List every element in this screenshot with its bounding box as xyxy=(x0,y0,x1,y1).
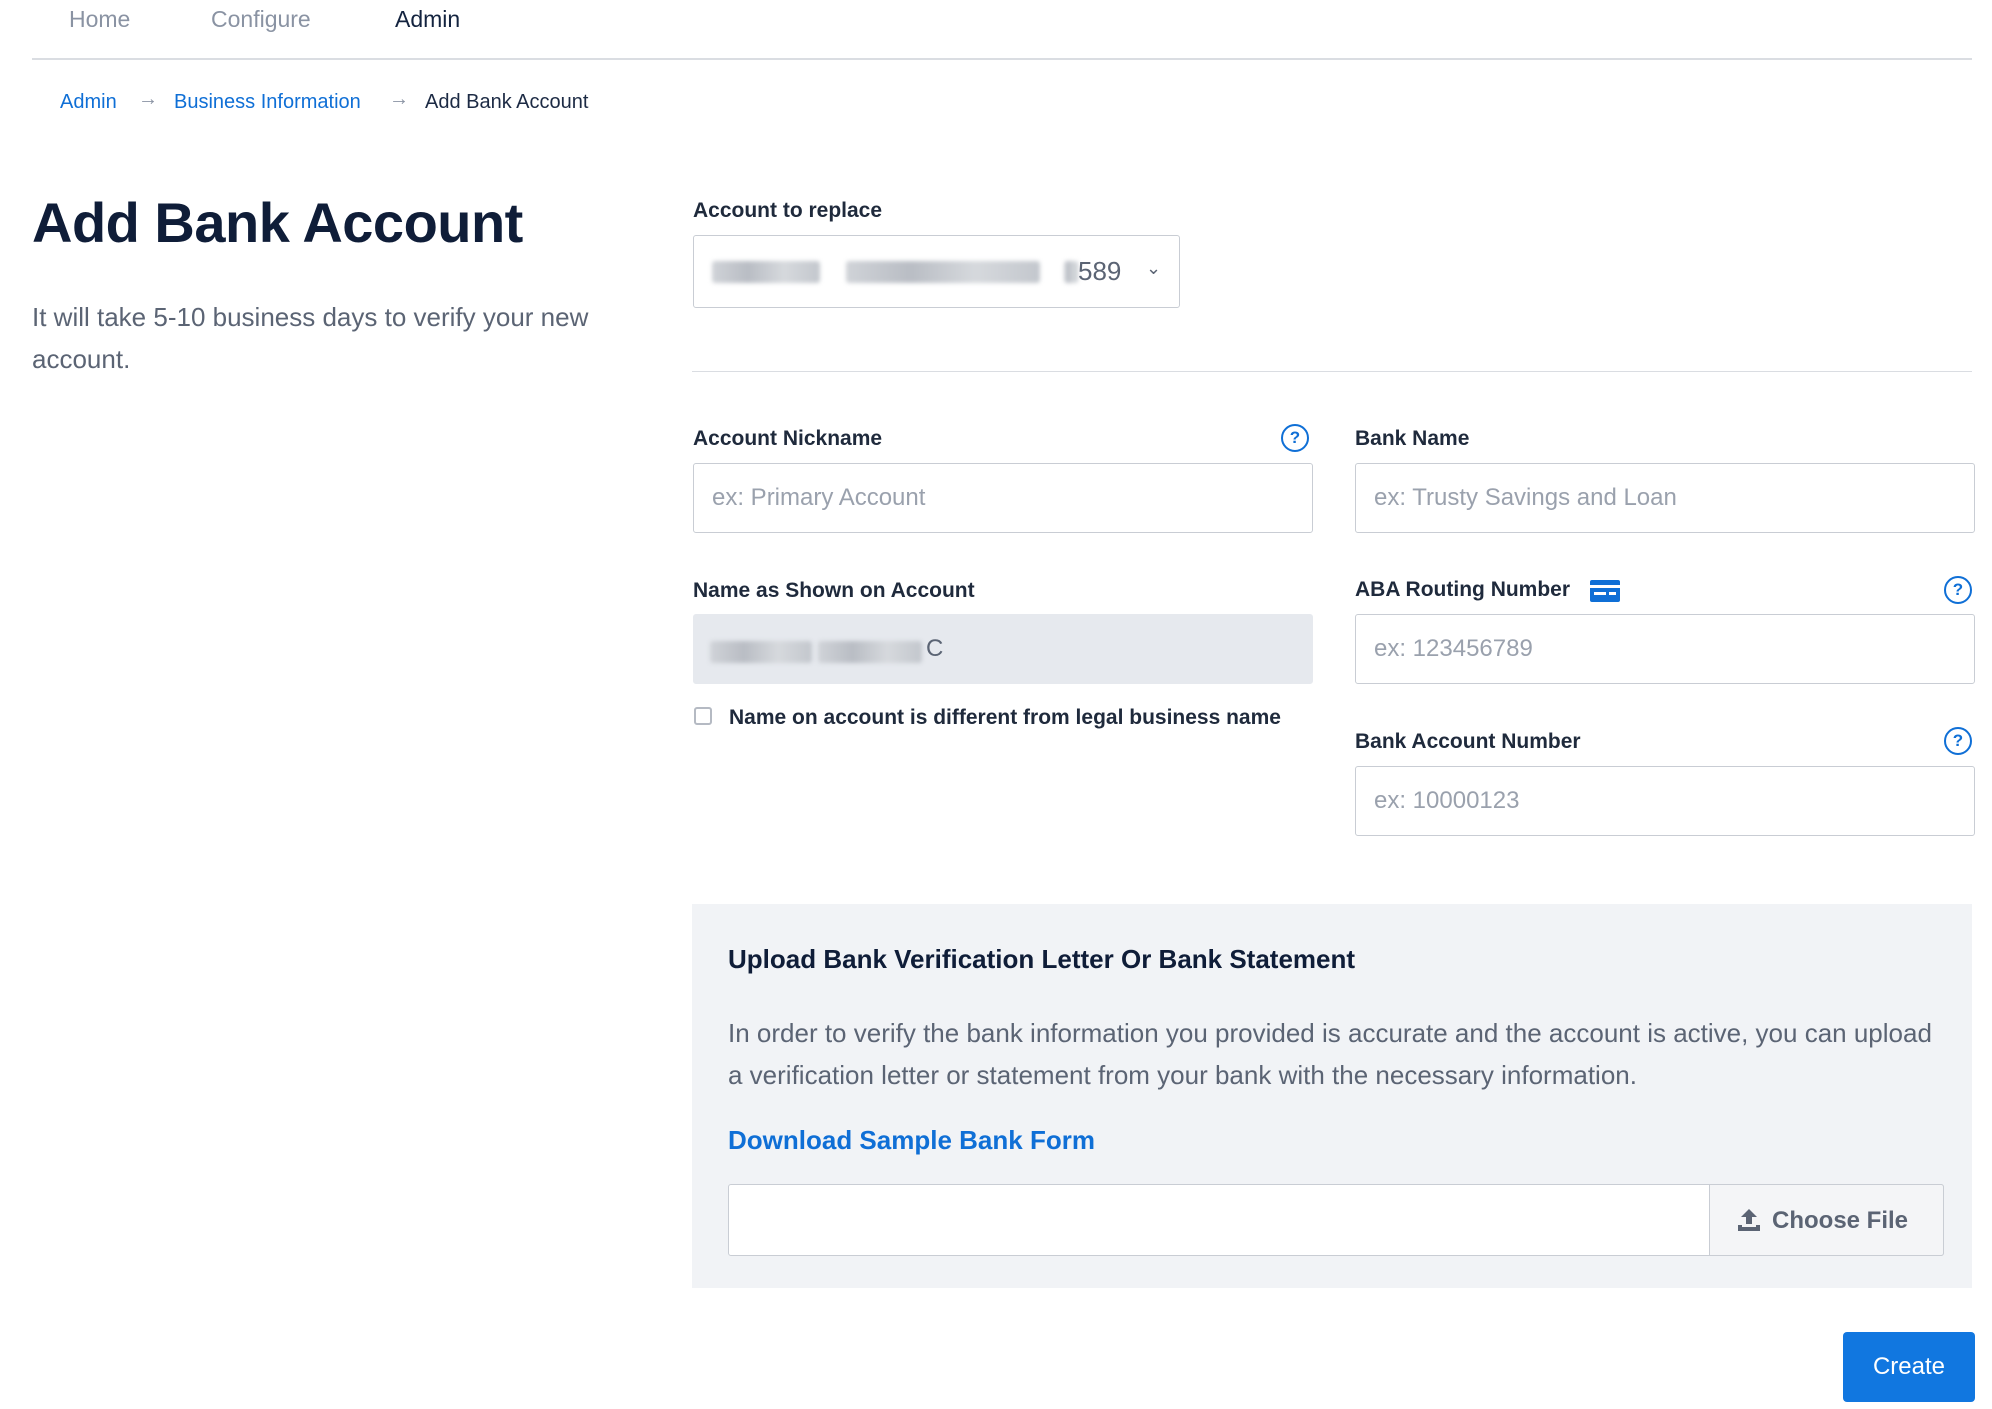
redacted-text xyxy=(710,641,812,663)
name-different-label[interactable]: Name on account is different from legal … xyxy=(729,706,1281,730)
choose-file-label: Choose File xyxy=(1772,1207,1909,1234)
account-number-label: Bank Account Number xyxy=(1355,730,1581,753)
nav-configure[interactable]: Configure xyxy=(211,6,311,33)
nav-admin[interactable]: Admin xyxy=(395,6,460,33)
section-divider xyxy=(692,371,1972,372)
nav-divider xyxy=(32,58,1972,60)
routing-number-input[interactable] xyxy=(1355,614,1975,684)
breadcrumb-admin[interactable]: Admin xyxy=(60,91,117,114)
check-card-icon[interactable] xyxy=(1590,580,1620,602)
breadcrumb-business-information[interactable]: Business Information xyxy=(174,91,361,114)
upload-title: Upload Bank Verification Letter Or Bank … xyxy=(728,944,1356,974)
bank-name-input[interactable] xyxy=(1355,463,1975,533)
breadcrumb-current: Add Bank Account xyxy=(425,91,589,113)
redacted-text xyxy=(1064,261,1078,283)
redacted-text xyxy=(846,261,1040,283)
routing-help-icon[interactable]: ? xyxy=(1944,576,1972,604)
page-title: Add Bank Account xyxy=(32,191,523,254)
breadcrumb-arrow-icon: → xyxy=(138,88,158,110)
nickname-help-icon[interactable]: ? xyxy=(1281,424,1309,452)
upload-description: In order to verify the bank information … xyxy=(728,1018,1932,1090)
create-button[interactable]: Create xyxy=(1843,1332,1975,1402)
upload-icon xyxy=(1738,1209,1760,1231)
account-number-help-icon[interactable]: ? xyxy=(1944,727,1972,755)
account-to-replace-select[interactable]: 589 ⌄ xyxy=(693,235,1180,308)
redacted-text xyxy=(712,261,820,283)
account-nickname-label: Account Nickname xyxy=(693,427,883,450)
chevron-down-icon: ⌄ xyxy=(1146,258,1162,278)
download-sample-link[interactable]: Download Sample Bank Form xyxy=(728,1125,1095,1156)
choose-file-button[interactable]: Choose File xyxy=(1709,1184,1944,1256)
redacted-text xyxy=(818,641,922,663)
name-on-account-value: C xyxy=(926,635,944,662)
bank-name-label: Bank Name xyxy=(1355,427,1470,450)
breadcrumb-arrow-icon: → xyxy=(389,88,409,110)
routing-number-label: ABA Routing Number xyxy=(1355,578,1571,601)
name-different-checkbox[interactable] xyxy=(694,707,712,725)
page-description: It will take 5-10 business days to verif… xyxy=(32,302,589,374)
account-to-replace-value: 589 xyxy=(1078,256,1122,286)
name-on-account-input: C xyxy=(693,614,1313,684)
account-number-input[interactable] xyxy=(1355,766,1975,836)
name-on-account-label: Name as Shown on Account xyxy=(693,579,975,602)
account-nickname-input[interactable] xyxy=(693,463,1313,533)
account-to-replace-label: Account to replace xyxy=(693,199,883,222)
nav-home[interactable]: Home xyxy=(69,6,130,33)
